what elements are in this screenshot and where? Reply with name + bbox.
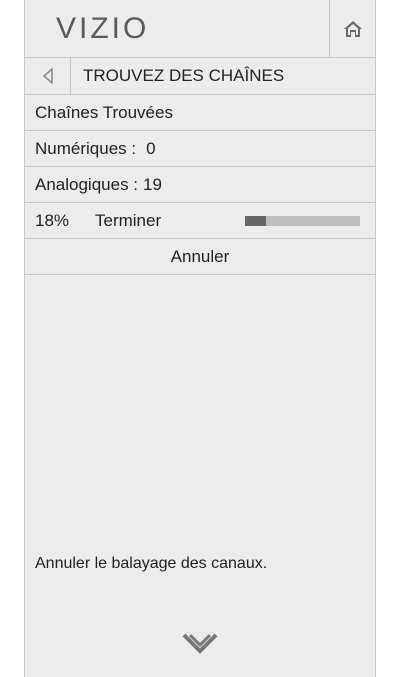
back-arrow-icon xyxy=(42,68,53,84)
vizio-logo: VIZIO xyxy=(56,12,150,45)
analog-label: Analogiques : xyxy=(35,174,139,194)
home-button[interactable] xyxy=(329,0,375,57)
analog-value: 19 xyxy=(143,174,162,194)
progress-bar-fill xyxy=(245,216,266,226)
back-button[interactable] xyxy=(25,58,71,94)
analog-channels-row: Analogiques : 19 xyxy=(25,167,375,203)
page-title: TROUVEZ DES CHAÎNES xyxy=(83,66,285,85)
scan-progress-row: 18% Terminer xyxy=(25,203,375,239)
cancel-button-label: Annuler xyxy=(170,246,230,266)
title-bar: TROUVEZ DES CHAÎNES xyxy=(25,58,375,95)
digital-channels-row: Numériques : 0 xyxy=(25,131,375,167)
cancel-button[interactable]: Annuler xyxy=(25,239,375,275)
scroll-down-button[interactable] xyxy=(25,633,375,655)
progress-label: Terminer xyxy=(95,210,162,230)
digital-label: Numériques : xyxy=(35,138,137,158)
home-icon xyxy=(343,20,362,37)
channels-found-label: Chaînes Trouvées xyxy=(35,102,173,122)
chevron-down-icon xyxy=(182,633,218,654)
settings-panel: VIZIO TROUVEZ DES CHAÎNES Chaînes Trouvé… xyxy=(24,0,376,677)
channels-found-row: Chaînes Trouvées xyxy=(25,95,375,131)
help-text: Annuler le balayage des canaux. xyxy=(35,555,268,572)
top-bar: VIZIO xyxy=(25,0,375,58)
digital-value: 0 xyxy=(146,138,156,158)
progress-bar xyxy=(245,216,360,226)
progress-percent: 18% xyxy=(35,210,70,230)
